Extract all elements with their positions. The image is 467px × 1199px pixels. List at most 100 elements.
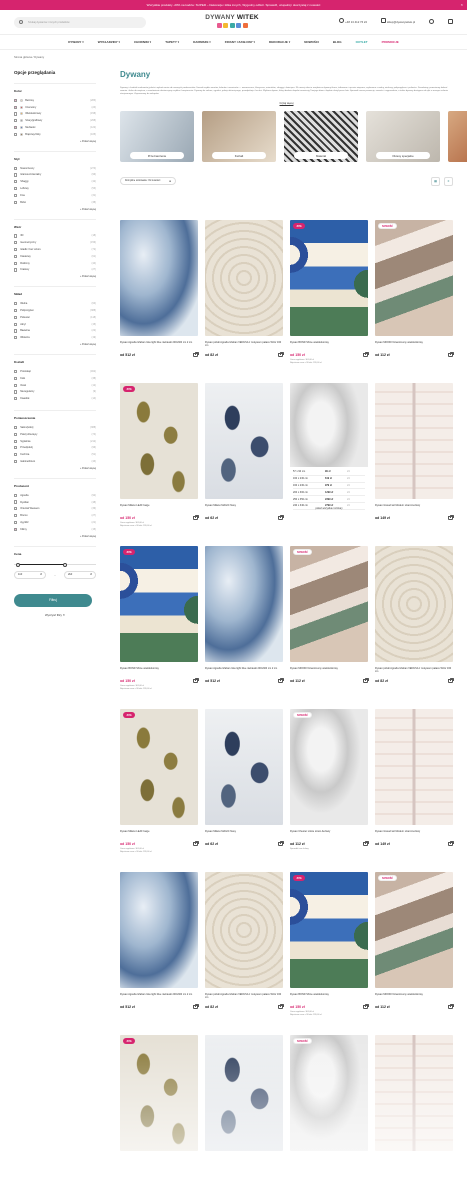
size-row[interactable]: 250 x 350 cm 2399 zł 24 — [293, 496, 365, 503]
filter-option[interactable]: Akryl (15) — [14, 321, 96, 328]
checkbox[interactable]: ✓ — [14, 125, 18, 130]
filter-option[interactable]: Pokój dziecięcy (74) — [14, 431, 96, 438]
checkbox[interactable] — [14, 514, 18, 518]
category-tile[interactable]: Przeznaczenie — [120, 111, 194, 163]
add-to-cart-icon[interactable] — [448, 1004, 454, 1009]
filter-option[interactable]: Brumo (27) — [14, 512, 96, 519]
add-to-cart-icon[interactable] — [278, 515, 284, 520]
checkbox[interactable] — [14, 459, 18, 464]
product-image[interactable] — [375, 383, 453, 499]
phone-link[interactable]: +48 13 412 76 22 — [339, 18, 367, 24]
filter-option[interactable]: Koło (38) — [14, 375, 96, 382]
checkbox[interactable] — [14, 132, 18, 136]
filter-option[interactable]: Poliester (118) — [14, 314, 96, 321]
product-image[interactable] — [205, 709, 283, 825]
size-row[interactable]: 57 x 90 cm 99 zł 24 — [293, 469, 365, 476]
price-min-handle[interactable] — [16, 562, 21, 567]
product-name[interactable]: Dywan MOODI Nowoczesny wielokolorowy — [290, 667, 368, 674]
all-sizes-link[interactable]: pokaż wszystkie rozmiary — [290, 507, 368, 510]
filter-option[interactable]: Gabinet/biuro (43) — [14, 458, 96, 465]
product-image[interactable]: -50% — [290, 872, 368, 988]
user-icon[interactable] — [429, 18, 434, 24]
category-tile[interactable]: Kształt — [202, 111, 276, 163]
filter-option[interactable]: Sypialnia (212) — [14, 438, 96, 445]
nav-item-firany-i-zasłony[interactable]: FIRANY I ZASŁONY ▾ — [225, 40, 255, 44]
product-card[interactable]: NOWOŚĆ Dywan MOODI Nowoczesny wielokoloro… — [375, 220, 454, 383]
product-card[interactable]: Dywan Milano MAGIC Navy od 62 zł — [205, 709, 284, 872]
filter-option[interactable]: Gładki / bez wzoru (72) — [14, 246, 96, 253]
checkbox[interactable] — [14, 432, 18, 436]
product-name[interactable]: Dywan Milano LEAF beige — [120, 830, 198, 837]
product-name[interactable]: Dywan Milano MAGIC Navy — [205, 504, 283, 511]
add-to-cart-icon[interactable] — [363, 678, 369, 683]
checkbox[interactable] — [14, 446, 18, 450]
product-name[interactable]: Dywan polski Agnella Isfahan VENUSA z mo… — [375, 667, 453, 674]
product-image[interactable]: NOWOŚĆ — [290, 709, 368, 825]
filter-option[interactable]: Glamour/orientalny (96) — [14, 172, 96, 179]
filter-option[interactable]: Nowoczesny (274) — [14, 165, 96, 172]
filter-option[interactable]: ✓ Czerwony (24) — [14, 104, 96, 111]
checkbox[interactable] — [14, 241, 18, 245]
filter-option[interactable]: Ayyildiz (21) — [14, 519, 96, 526]
product-name[interactable]: Dywan BOND Shine wielokolorowy — [290, 341, 368, 348]
nav-item-wykładziny[interactable]: WYKŁADZINY ▾ — [98, 40, 120, 44]
size-row[interactable]: 160 x 230 cm 619 zł 24 — [293, 476, 365, 483]
show-more-link[interactable]: + Pokaż więcej — [14, 140, 96, 143]
add-to-cart-icon[interactable] — [363, 352, 369, 357]
product-name[interactable]: Dywan BOND Shine wielokolorowy — [290, 993, 368, 1000]
add-to-cart-icon[interactable] — [278, 841, 284, 846]
filter-option[interactable]: Owal (12) — [14, 382, 96, 389]
nav-item-dywany[interactable]: DYWANY ▾ — [68, 40, 83, 44]
add-to-cart-icon[interactable] — [363, 1004, 369, 1009]
add-to-cart-icon[interactable] — [278, 1004, 284, 1009]
checkbox[interactable] — [14, 308, 18, 313]
filter-option[interactable]: Szary/grafitowy (268) — [14, 117, 96, 124]
product-image[interactable]: -50% — [120, 709, 198, 825]
checkbox[interactable] — [14, 200, 18, 204]
filter-option[interactable]: Geometryczny (156) — [14, 239, 96, 246]
filter-option[interactable]: Agnella (92) — [14, 492, 96, 499]
category-tile[interactable]: Okresy specjalne — [366, 111, 440, 163]
filter-option[interactable]: Kratowy (27) — [14, 267, 96, 274]
checkbox[interactable] — [14, 425, 18, 430]
add-to-cart-icon[interactable] — [193, 678, 199, 683]
product-name[interactable]: Dywan Gravell art Modern szaro-beżowy — [375, 504, 453, 511]
list-view-icon[interactable]: ≡ — [444, 176, 453, 186]
checkbox[interactable] — [14, 193, 18, 197]
filter-option[interactable]: Loftowy (53) — [14, 185, 96, 192]
category-tile[interactable] — [448, 111, 467, 163]
filter-option[interactable]: ✓ Kilimy (15) — [14, 526, 96, 533]
add-to-cart-icon[interactable] — [448, 841, 454, 846]
checkbox[interactable]: ✓ — [14, 105, 18, 109]
product-name[interactable]: Dywan Agnella Isfahan Icke light blue ni… — [120, 993, 198, 1000]
nav-item-outlet[interactable]: OUTLET — [356, 40, 368, 44]
search-input[interactable]: Szukaj dywanów i innych produktów — [14, 16, 146, 28]
filter-button[interactable]: Filtruj — [14, 593, 92, 607]
checkbox[interactable] — [14, 166, 18, 170]
filter-option[interactable]: Wiskoza (19) — [14, 334, 96, 341]
nav-item-promocje[interactable]: PROMOCJE — [382, 40, 399, 44]
product-name[interactable]: Dywan Gravell art Modern szaro-beżowy — [375, 830, 453, 837]
checkbox[interactable] — [14, 247, 18, 252]
price-slider[interactable] — [14, 562, 96, 568]
product-card[interactable]: Dywan polski Agnella Isfahan VENUSA z mo… — [205, 220, 284, 383]
product-image[interactable] — [205, 220, 283, 336]
checkbox[interactable] — [14, 180, 18, 184]
checkbox[interactable]: ✓ — [14, 98, 18, 102]
show-more-link[interactable]: + Pokaż więcej — [14, 343, 96, 346]
show-more-link[interactable]: + Pokaż więcej — [14, 275, 96, 278]
nav-item-karnisze[interactable]: KARNISZE ▾ — [193, 40, 211, 44]
product-card[interactable]: -50% Dywan BOND Shine wielokolorowy od 150… — [120, 546, 199, 709]
product-card[interactable]: Dywan polski Agnella Isfahan VENUSA z mo… — [375, 546, 454, 709]
size-row[interactable]: 160 x 230 cm 979 zł 24 — [293, 483, 365, 490]
product-image[interactable] — [205, 546, 283, 662]
product-name[interactable]: Dywan polski Agnella Isfahan VENUSA z mo… — [205, 993, 283, 1000]
sort-select[interactable]: Domyślne sortowanie: Od nowości ☰ — [120, 177, 176, 186]
size-row[interactable]: 200 x 300 cm 1299 zł 24 — [293, 489, 365, 497]
checkbox[interactable] — [14, 329, 18, 333]
nav-item-dekoracje[interactable]: DEKORACJE ▾ — [269, 40, 290, 44]
nav-item-nowości[interactable]: NOWOŚCI — [304, 40, 319, 44]
product-card[interactable]: Dywan Gravell art Modern szaro-beżowy od … — [375, 709, 454, 872]
product-card[interactable]: NOWOŚĆ Dywan MOODI Nowoczesny wielokoloro… — [290, 546, 369, 709]
checkbox[interactable] — [14, 254, 18, 258]
